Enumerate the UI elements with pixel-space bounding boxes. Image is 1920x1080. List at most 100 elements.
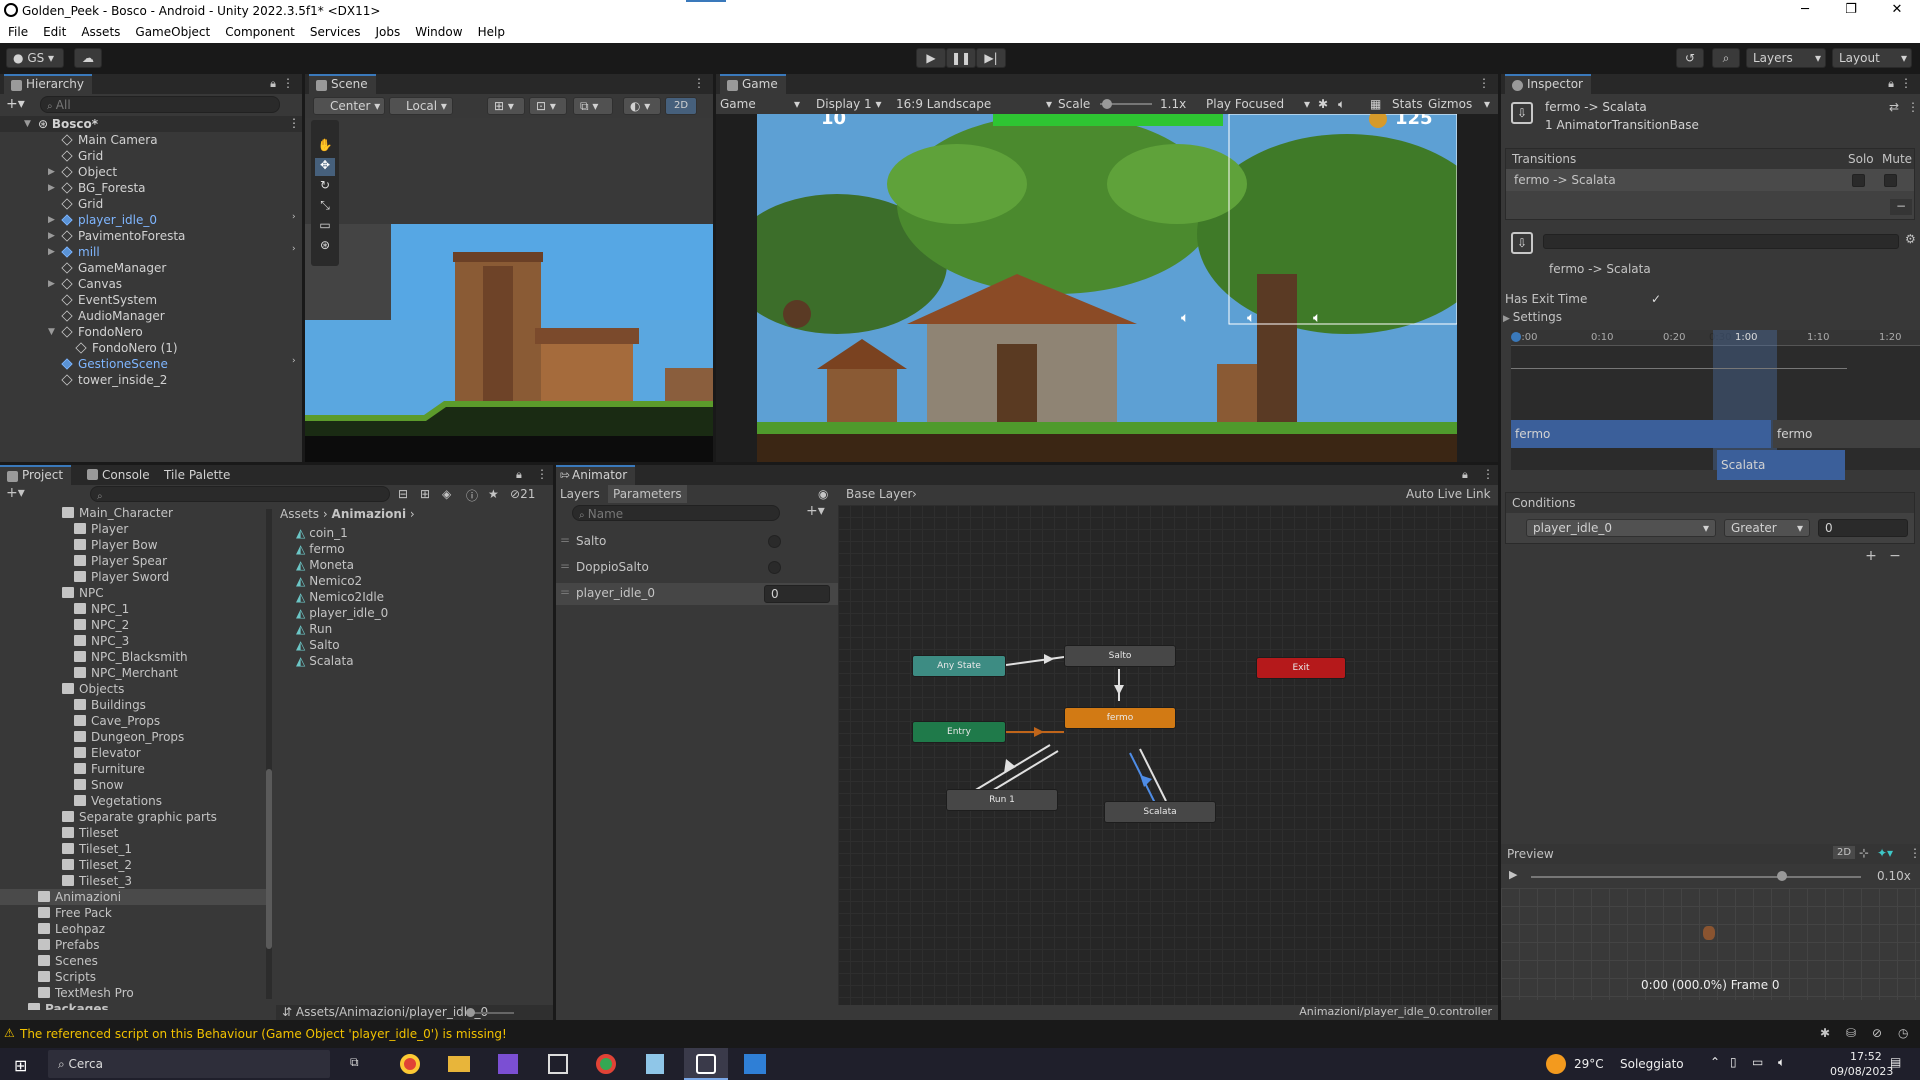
folder-item-selected[interactable]: Animazioni bbox=[0, 889, 266, 905]
cache-icon[interactable]: ⛁ bbox=[1846, 1026, 1856, 1040]
draw-mode-dropdown[interactable]: ◐ ▾ bbox=[623, 97, 661, 115]
tab-project[interactable]: Project bbox=[0, 465, 72, 485]
clip-bar-destination[interactable]: Scalata bbox=[1717, 450, 1845, 480]
prefab-expand-arrow-icon[interactable]: › bbox=[292, 212, 296, 222]
preview-viewport[interactable]: 0:00 (000.0%) Frame 0 bbox=[1501, 888, 1920, 1000]
state-entry[interactable]: Entry bbox=[912, 721, 1006, 743]
preview-2d-toggle[interactable]: 2D bbox=[1833, 846, 1856, 859]
kebab-menu-icon[interactable]: ⋮ bbox=[1909, 846, 1920, 860]
state-scalata[interactable]: Scalata bbox=[1104, 801, 1216, 823]
asset-item[interactable]: ◭ Salto bbox=[296, 637, 340, 653]
weather-temp[interactable]: 29°C bbox=[1574, 1057, 1604, 1071]
folder-item[interactable]: Player Bow bbox=[0, 537, 266, 553]
rect-tool-icon[interactable]: ▭ bbox=[315, 218, 335, 236]
folder-item[interactable]: Furniture bbox=[0, 761, 266, 777]
hand-tool-icon[interactable]: ✋ bbox=[315, 138, 335, 156]
visual-studio-icon[interactable] bbox=[498, 1054, 518, 1074]
gizmos-button[interactable]: Gizmos bbox=[1428, 94, 1472, 114]
asset-item[interactable]: ◭ player_idle_0 bbox=[296, 605, 388, 621]
hierarchy-item[interactable]: Main Camera bbox=[61, 132, 158, 148]
tab-console[interactable]: Console bbox=[80, 465, 158, 485]
pivot-local-dropdown[interactable]: Local ▾ bbox=[389, 97, 453, 115]
debug-icon[interactable]: ✱ bbox=[1820, 1026, 1830, 1040]
drag-handle-icon[interactable]: = bbox=[560, 585, 570, 599]
settings-foldout[interactable]: ▶ Settings bbox=[1503, 310, 1562, 324]
chrome-profile-icon[interactable] bbox=[596, 1054, 616, 1074]
condition-operator-dropdown[interactable]: Greater ▾ bbox=[1724, 519, 1810, 537]
fold-arrow-icon[interactable]: ▶ bbox=[48, 276, 55, 292]
tab-tile-palette[interactable]: Tile Palette bbox=[154, 465, 238, 485]
lock-icon[interactable]: 🔒︎ bbox=[1462, 468, 1468, 482]
network-icon[interactable]: ▭ bbox=[1752, 1055, 1763, 1069]
preview-speed-thumb[interactable] bbox=[1777, 871, 1787, 881]
menu-component[interactable]: Component bbox=[217, 22, 302, 39]
hierarchy-item-prefab[interactable]: GestioneScene bbox=[61, 356, 168, 372]
tab-parameters[interactable]: Parameters bbox=[608, 485, 687, 503]
trigger-toggle[interactable] bbox=[768, 535, 781, 548]
fold-arrow-icon[interactable]: ▶ bbox=[48, 164, 55, 180]
history-button[interactable]: ↺ bbox=[1676, 48, 1704, 68]
volume-icon[interactable]: 🔈︎ bbox=[1778, 1055, 1785, 1070]
parameter-row-selected[interactable]: = player_idle_0 0 bbox=[556, 583, 838, 605]
breadcrumb-animazioni[interactable]: Animazioni bbox=[332, 507, 407, 521]
has-exit-time-checkbox[interactable]: ✓ bbox=[1651, 292, 1665, 306]
kebab-menu-icon[interactable]: ⋮ bbox=[1482, 467, 1494, 481]
remove-condition-button[interactable]: − bbox=[1885, 548, 1905, 564]
folder-item[interactable]: Elevator bbox=[0, 745, 266, 761]
folder-item[interactable]: NPC_Merchant bbox=[0, 665, 266, 681]
photos-icon[interactable] bbox=[744, 1054, 766, 1074]
hierarchy-item[interactable]: tower_inside_2 bbox=[61, 372, 167, 388]
transition-name-field[interactable] bbox=[1543, 234, 1899, 249]
hierarchy-item-prefab[interactable]: ▶ player_idle_0 bbox=[48, 212, 157, 228]
folder-item[interactable]: Player bbox=[0, 521, 266, 537]
add-parameter-button[interactable]: +▾ bbox=[806, 503, 825, 519]
folder-item[interactable]: Cave_Props bbox=[0, 713, 266, 729]
state-any-state[interactable]: Any State bbox=[912, 655, 1006, 677]
hierarchy-item[interactable]: Grid bbox=[61, 196, 103, 212]
asset-item[interactable]: ◭ Nemico2Idle bbox=[296, 589, 384, 605]
scrollbar-thumb[interactable] bbox=[266, 769, 272, 949]
menu-services[interactable]: Services bbox=[302, 22, 368, 39]
tag-icon[interactable]: ◈ bbox=[442, 487, 451, 501]
kebab-menu-icon[interactable]: ⋮ bbox=[1478, 76, 1490, 90]
tray-chevron-up-icon[interactable]: ⌃ bbox=[1710, 1055, 1720, 1069]
state-salto[interactable]: Salto bbox=[1064, 645, 1176, 667]
animator-graph[interactable]: Any State Salto Exit Entry fermo Run 1 S… bbox=[838, 505, 1498, 1005]
folder-item[interactable]: Leohpaz bbox=[0, 921, 266, 937]
clock-time[interactable]: 17:52 bbox=[1850, 1050, 1882, 1063]
menu-gameobject[interactable]: GameObject bbox=[127, 22, 217, 39]
bug-icon[interactable]: ✱ bbox=[1318, 94, 1328, 114]
game-view-dropdown[interactable]: Game bbox=[720, 94, 756, 114]
parameter-row[interactable]: = DoppioSalto bbox=[556, 557, 838, 579]
mode-2d-toggle[interactable]: 2D bbox=[665, 97, 697, 115]
search-by-type-icon[interactable]: ⊟ bbox=[398, 487, 408, 501]
clock-date[interactable]: 09/08/2023 bbox=[1830, 1065, 1893, 1078]
menu-window[interactable]: Window bbox=[407, 22, 469, 39]
unity-hub-icon[interactable] bbox=[548, 1054, 568, 1074]
clip-bar-source[interactable]: fermo bbox=[1511, 420, 1771, 448]
kebab-menu-icon[interactable]: ⋮ bbox=[288, 116, 300, 130]
folder-item[interactable]: Scripts bbox=[0, 969, 266, 985]
hierarchy-item[interactable]: AudioManager bbox=[61, 308, 165, 324]
maximize-button[interactable]: ❐ bbox=[1828, 2, 1874, 17]
drag-handle-icon[interactable]: = bbox=[560, 533, 570, 547]
minimize-button[interactable]: ─ bbox=[1782, 2, 1828, 17]
folder-item[interactable]: Prefabs bbox=[0, 937, 266, 953]
parameter-search-input[interactable]: ⌕ Name bbox=[572, 505, 780, 521]
status-message[interactable]: The referenced script on this Behaviour … bbox=[20, 1027, 507, 1041]
state-run[interactable]: Run 1 bbox=[946, 789, 1058, 811]
hierarchy-item[interactable]: ▶ Canvas bbox=[48, 276, 122, 292]
folder-item[interactable]: Packages bbox=[0, 1001, 266, 1010]
display-dropdown[interactable]: Display 1 ▾ bbox=[816, 94, 882, 114]
menu-edit[interactable]: Edit bbox=[35, 22, 73, 39]
condition-value-field[interactable]: 0 bbox=[1818, 519, 1908, 537]
rotate-tool-icon[interactable]: ↻ bbox=[315, 178, 335, 196]
transition-timeline[interactable]: 0:00 0:10 0:20 0:30 1:00 1:10 1:20 fermo… bbox=[1511, 330, 1920, 480]
search-button[interactable]: ⌕ bbox=[1712, 48, 1740, 68]
progress-icon[interactable]: ⊘ bbox=[1872, 1026, 1882, 1040]
increment-snap-button[interactable]: ⧉ ▾ bbox=[573, 97, 613, 115]
preview-scrub-slider[interactable] bbox=[1531, 876, 1861, 878]
taskbar-search-box[interactable]: ⌕ Cerca bbox=[48, 1050, 330, 1078]
asset-item[interactable]: ◭ coin_1 bbox=[296, 525, 348, 541]
preset-icon[interactable]: ⇄ bbox=[1889, 100, 1899, 114]
